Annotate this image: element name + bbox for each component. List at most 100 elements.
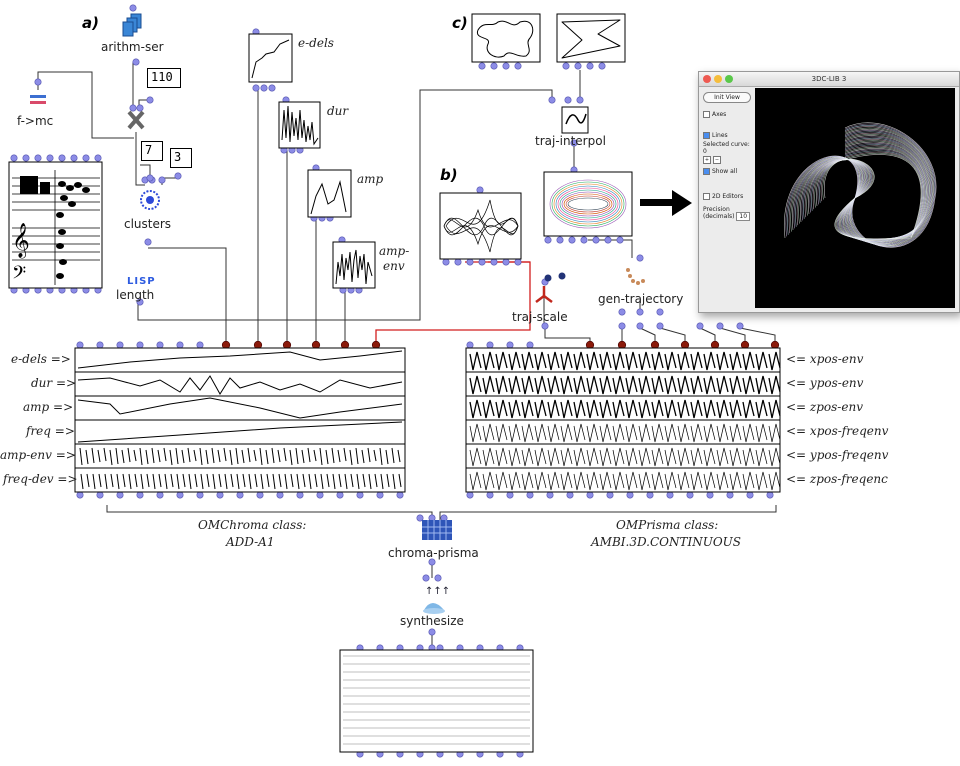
inlet-dot[interactable] [428, 628, 436, 636]
inlet-dot[interactable] [586, 491, 594, 499]
inlet-dot[interactable] [174, 172, 182, 180]
inlet-dot[interactable] [34, 78, 42, 86]
minus-button[interactable]: − [713, 156, 721, 164]
inlet-dot[interactable] [656, 308, 664, 316]
inlet-dot[interactable] [486, 341, 494, 349]
inlet-dot[interactable] [666, 491, 674, 499]
close-icon[interactable] [703, 75, 711, 83]
axes-checkbox[interactable]: Axes [703, 111, 751, 118]
inlet-dot[interactable] [502, 258, 510, 266]
inlet-dot[interactable] [454, 258, 462, 266]
inlet-dot[interactable] [506, 341, 514, 349]
inlet-dot[interactable] [568, 236, 576, 244]
show-all-checkbox[interactable]: Show all [703, 168, 751, 175]
traj-interpol-label[interactable]: traj-interpol [535, 134, 606, 148]
inlet-dot[interactable] [34, 154, 42, 162]
inlet-dot[interactable] [356, 491, 364, 499]
init-view-button[interactable]: Init View [703, 92, 751, 103]
zoom-icon[interactable] [725, 75, 733, 83]
inlet-dot[interactable] [116, 341, 124, 349]
inlet-dot[interactable] [268, 84, 276, 92]
inlet-dot[interactable] [146, 174, 154, 182]
inlet-dot[interactable] [476, 186, 484, 194]
inlet-dot[interactable] [442, 258, 450, 266]
synthesize-label[interactable]: synthesize [400, 614, 464, 628]
inlet-dot[interactable] [514, 62, 522, 70]
inlet-dot[interactable] [96, 491, 104, 499]
inlet-dot[interactable] [158, 176, 166, 184]
inlet-dot[interactable] [646, 491, 654, 499]
inlet-dot[interactable] [478, 62, 486, 70]
inlet-dot[interactable] [146, 96, 154, 104]
inlet-dot[interactable] [606, 491, 614, 499]
inlet-dot[interactable] [236, 491, 244, 499]
inlet-dot[interactable] [316, 491, 324, 499]
inlet-dot[interactable] [636, 254, 644, 262]
inlet-dot[interactable] [276, 491, 284, 499]
inlet-dot[interactable] [564, 96, 572, 104]
lines-checkbox[interactable]: Lines [703, 132, 751, 139]
3d-viewer-window[interactable]: 3DC-LIB 3 Init View Axes Lines Selected … [698, 71, 960, 313]
inlet-dot[interactable] [376, 491, 384, 499]
inlet-dot[interactable] [156, 341, 164, 349]
inlet-dot[interactable] [686, 491, 694, 499]
inlet-dot[interactable] [478, 258, 486, 266]
inlet-dot[interactable] [216, 491, 224, 499]
arithm-ser-label[interactable]: arithm-ser [101, 40, 164, 54]
checkbox-icon[interactable] [703, 132, 710, 139]
inlet-dot[interactable] [636, 308, 644, 316]
inlet-dot[interactable] [466, 258, 474, 266]
inlet-dot[interactable] [736, 322, 744, 330]
inlet-dot[interactable] [656, 322, 664, 330]
inlet-dot[interactable] [144, 238, 152, 246]
inlet-dot[interactable] [544, 236, 552, 244]
length-label[interactable]: length [116, 288, 154, 302]
inlet-dot[interactable] [58, 154, 66, 162]
inlet-dot[interactable] [22, 154, 30, 162]
checkbox-icon[interactable] [703, 193, 710, 200]
inlet-dot[interactable] [132, 58, 140, 66]
f-to-mc-label[interactable]: f->mc [17, 114, 53, 128]
inlet-dot[interactable] [626, 491, 634, 499]
minimize-icon[interactable] [714, 75, 722, 83]
editors-checkbox[interactable]: 2D Editors [703, 193, 751, 200]
inlet-dot[interactable] [526, 341, 534, 349]
inlet-dot[interactable] [556, 236, 564, 244]
checkbox-icon[interactable] [703, 168, 710, 175]
gen-trajectory-label[interactable]: gen-trajectory [598, 292, 683, 306]
window-title-bar[interactable]: 3DC-LIB 3 [699, 72, 959, 87]
inlet-dot[interactable] [422, 574, 430, 582]
inlet-dot[interactable] [586, 62, 594, 70]
inlet-dot[interactable] [129, 4, 137, 12]
inlet-dot[interactable] [502, 62, 510, 70]
inlet-dot[interactable] [196, 341, 204, 349]
inlet-dot[interactable] [260, 84, 268, 92]
inlet-dot[interactable] [156, 491, 164, 499]
number-box-7[interactable]: 7 [141, 141, 163, 161]
clusters-label[interactable]: clusters [124, 217, 171, 231]
inlet-dot[interactable] [196, 491, 204, 499]
inlet-dot[interactable] [94, 154, 102, 162]
inlet-dot[interactable] [136, 104, 144, 112]
inlet-dot[interactable] [96, 341, 104, 349]
inlet-dot[interactable] [592, 236, 600, 244]
inlet-dot[interactable] [636, 322, 644, 330]
inlet-dot[interactable] [746, 491, 754, 499]
inlet-dot[interactable] [466, 491, 474, 499]
inlet-dot[interactable] [296, 491, 304, 499]
number-box-3[interactable]: 3 [170, 148, 192, 168]
inlet-dot[interactable] [82, 154, 90, 162]
inlet-dot[interactable] [616, 236, 624, 244]
inlet-dot[interactable] [526, 491, 534, 499]
inlet-dot[interactable] [726, 491, 734, 499]
inlet-dot[interactable] [434, 574, 442, 582]
inlet-dot[interactable] [176, 491, 184, 499]
inlet-dot[interactable] [336, 491, 344, 499]
inlet-dot[interactable] [76, 341, 84, 349]
inlet-dot[interactable] [486, 491, 494, 499]
precision-input[interactable]: 10 [736, 212, 751, 221]
inlet-dot[interactable] [562, 62, 570, 70]
inlet-dot[interactable] [252, 84, 260, 92]
inlet-dot[interactable] [136, 491, 144, 499]
inlet-dot[interactable] [514, 258, 522, 266]
